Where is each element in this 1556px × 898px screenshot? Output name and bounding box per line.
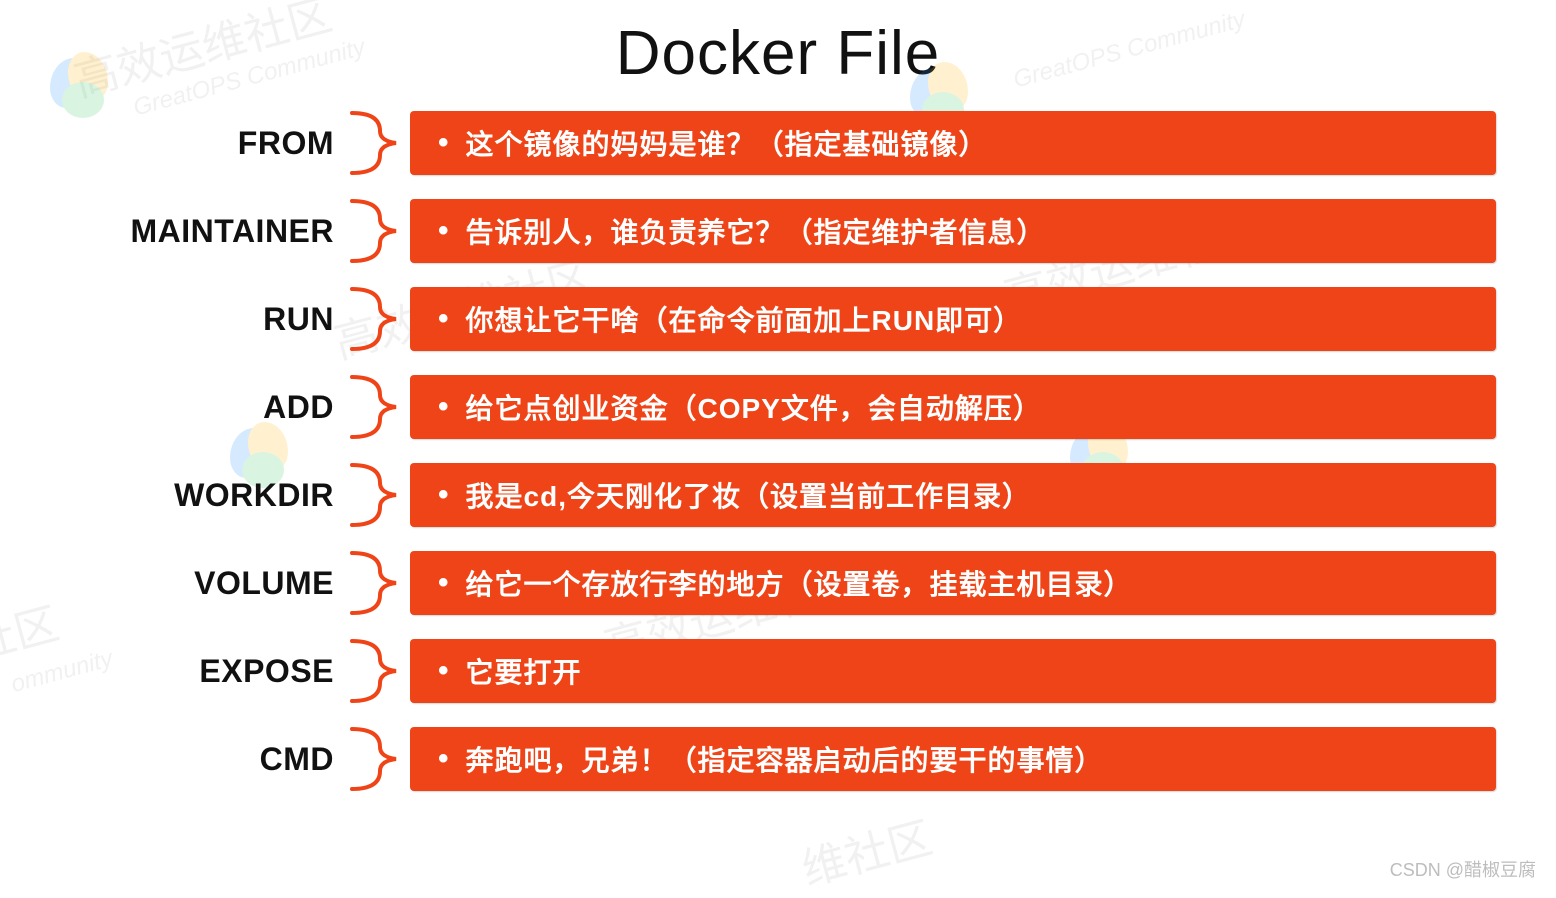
page-title: Docker File xyxy=(0,18,1556,89)
instruction-label: WORKDIR xyxy=(60,477,340,514)
instruction-label: CMD xyxy=(60,741,340,778)
instruction-label: ADD xyxy=(60,389,340,426)
brace-icon xyxy=(340,635,410,707)
instruction-row-run: RUN 你想让它干啥（在命令前面加上RUN即可） xyxy=(60,283,1496,355)
instruction-description: 给它一个存放行李的地方（设置卷，挂载主机目录） xyxy=(410,551,1496,615)
instruction-row-workdir: WORKDIR 我是cd,今天刚化了妆（设置当前工作目录） xyxy=(60,459,1496,531)
instruction-label: RUN xyxy=(60,301,340,338)
instruction-label: VOLUME xyxy=(60,565,340,602)
watermark-text: 维社区 xyxy=(794,802,938,898)
instruction-description: 告诉别人，谁负责养它？（指定维护者信息） xyxy=(410,199,1496,263)
brace-icon xyxy=(340,723,410,795)
instruction-label: EXPOSE xyxy=(60,653,340,690)
instruction-row-add: ADD 给它点创业资金（COPY文件，会自动解压） xyxy=(60,371,1496,443)
instruction-label: FROM xyxy=(60,125,340,162)
attribution-text: CSDN @醋椒豆腐 xyxy=(1390,856,1536,882)
dockerfile-instruction-list: FROM 这个镜像的妈妈是谁？（指定基础镜像） MAINTAINER 告诉别人，… xyxy=(0,107,1556,795)
instruction-description: 给它点创业资金（COPY文件，会自动解压） xyxy=(410,375,1496,439)
brace-icon xyxy=(340,547,410,619)
brace-icon xyxy=(340,195,410,267)
brace-icon xyxy=(340,371,410,443)
instruction-description: 它要打开 xyxy=(410,639,1496,703)
instruction-description: 这个镜像的妈妈是谁？（指定基础镜像） xyxy=(410,111,1496,175)
instruction-row-maintainer: MAINTAINER 告诉别人，谁负责养它？（指定维护者信息） xyxy=(60,195,1496,267)
instruction-description: 你想让它干啥（在命令前面加上RUN即可） xyxy=(410,287,1496,351)
instruction-row-from: FROM 这个镜像的妈妈是谁？（指定基础镜像） xyxy=(60,107,1496,179)
instruction-label: MAINTAINER xyxy=(60,213,340,250)
instruction-row-cmd: CMD 奔跑吧，兄弟！（指定容器启动后的要干的事情） xyxy=(60,723,1496,795)
brace-icon xyxy=(340,459,410,531)
instruction-row-volume: VOLUME 给它一个存放行李的地方（设置卷，挂载主机目录） xyxy=(60,547,1496,619)
instruction-description: 我是cd,今天刚化了妆（设置当前工作目录） xyxy=(410,463,1496,527)
brace-icon xyxy=(340,283,410,355)
brace-icon xyxy=(340,107,410,179)
instruction-description: 奔跑吧，兄弟！（指定容器启动后的要干的事情） xyxy=(410,727,1496,791)
instruction-row-expose: EXPOSE 它要打开 xyxy=(60,635,1496,707)
